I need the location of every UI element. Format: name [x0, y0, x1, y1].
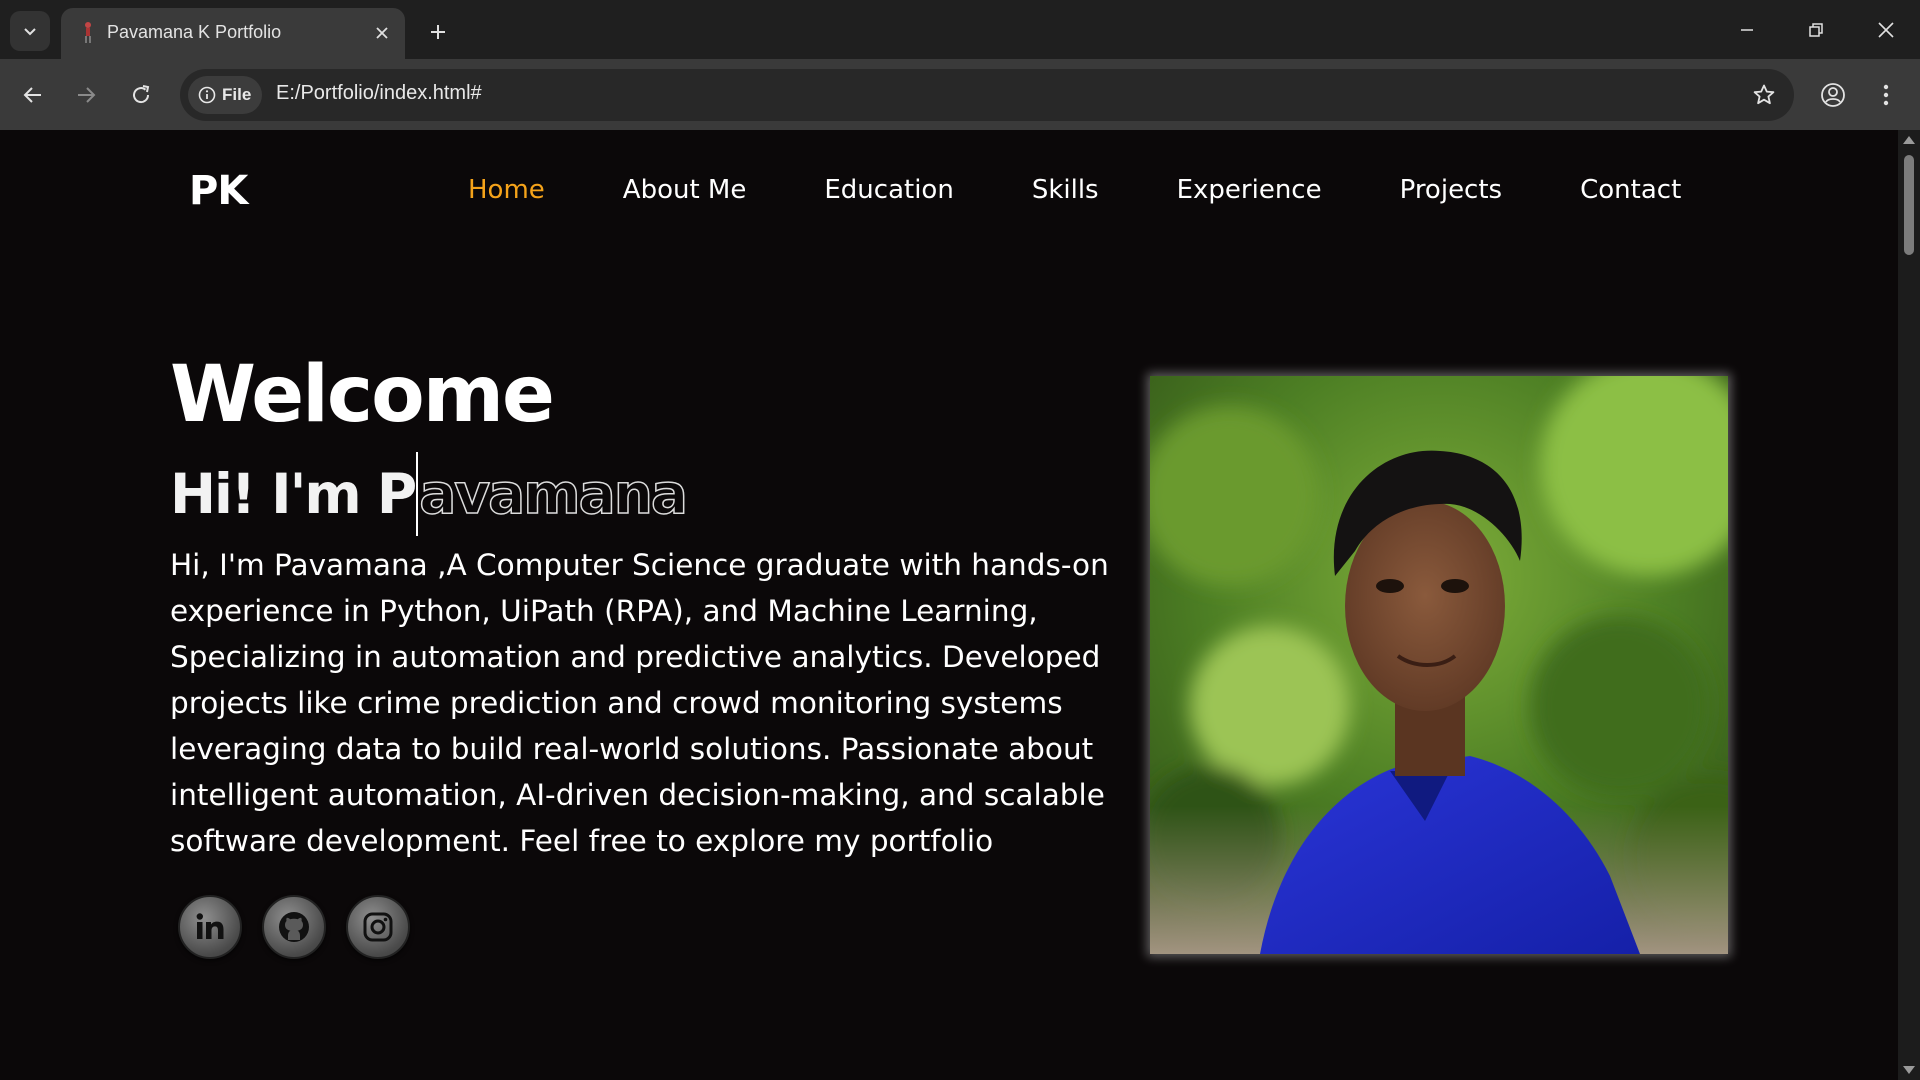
scroll-thumb[interactable]	[1904, 155, 1914, 255]
close-tab-button[interactable]	[369, 20, 395, 46]
close-icon	[376, 27, 388, 39]
scroll-up-arrow[interactable]	[1903, 136, 1915, 144]
bookmark-button[interactable]	[1750, 81, 1778, 109]
close-icon	[1878, 22, 1894, 38]
arrow-left-icon	[23, 87, 41, 103]
linkedin-link[interactable]	[178, 895, 242, 959]
chevron-down-icon	[24, 28, 36, 36]
main-nav: Home About Me Education Skills Experienc…	[468, 175, 1681, 205]
tab-strip: Pavamana K Portfolio	[0, 0, 1920, 59]
typing-greeting: Hi! I'm Pavamana	[170, 452, 689, 536]
close-window-button[interactable]	[1862, 8, 1910, 52]
forward-button[interactable]	[66, 75, 106, 115]
profile-photo	[1150, 376, 1728, 954]
more-vertical-icon	[1883, 84, 1889, 106]
reload-button[interactable]	[121, 75, 161, 115]
nav-projects[interactable]: Projects	[1400, 175, 1503, 205]
back-button[interactable]	[13, 75, 53, 115]
address-bar[interactable]: File E:/Portfolio/index.html#	[180, 69, 1794, 121]
bio-paragraph: Hi, I'm Pavamana ,A Computer Science gra…	[170, 548, 1109, 858]
plus-icon	[431, 25, 445, 39]
profile-button[interactable]	[1813, 75, 1853, 115]
arrow-right-icon	[78, 87, 96, 103]
menu-button[interactable]	[1866, 75, 1906, 115]
nav-home[interactable]: Home	[468, 175, 545, 205]
site-logo[interactable]: PK	[189, 168, 248, 214]
nav-experience[interactable]: Experience	[1177, 175, 1322, 205]
page-scrollbar[interactable]	[1898, 130, 1920, 1080]
new-tab-button[interactable]	[420, 14, 456, 50]
star-icon	[1753, 84, 1775, 105]
nav-skills[interactable]: Skills	[1032, 175, 1099, 205]
account-icon	[1821, 83, 1845, 107]
active-tab[interactable]: Pavamana K Portfolio	[61, 8, 405, 59]
restore-icon	[1809, 23, 1823, 37]
profile-photo-image	[1150, 376, 1728, 954]
tab-search-button[interactable]	[10, 11, 50, 51]
github-link[interactable]	[262, 895, 326, 959]
page-viewport: PK Home About Me Education Skills Experi…	[0, 130, 1898, 1080]
nav-contact[interactable]: Contact	[1580, 175, 1681, 205]
greeting-typed-text: Hi! I'm P	[170, 462, 417, 526]
info-icon	[198, 86, 216, 104]
instagram-icon	[363, 912, 393, 942]
greeting-pending-text: avamana	[418, 461, 688, 527]
nav-about-me[interactable]: About Me	[623, 175, 747, 205]
minimize-button[interactable]	[1723, 8, 1771, 52]
url-text[interactable]: E:/Portfolio/index.html#	[276, 82, 482, 105]
typing-caret	[416, 452, 419, 536]
browser-toolbar: File E:/Portfolio/index.html#	[0, 59, 1920, 130]
minimize-icon	[1741, 29, 1753, 31]
site-info-chip[interactable]: File	[188, 76, 262, 114]
welcome-heading: Welcome	[170, 350, 555, 440]
favicon-icon	[85, 22, 91, 43]
reload-icon	[133, 85, 150, 104]
instagram-link[interactable]	[346, 895, 410, 959]
tab-title: Pavamana K Portfolio	[107, 22, 282, 42]
social-links	[178, 895, 410, 959]
github-icon	[279, 912, 309, 942]
nav-education[interactable]: Education	[824, 175, 953, 205]
restore-button[interactable]	[1792, 8, 1840, 52]
scroll-down-arrow[interactable]	[1903, 1066, 1915, 1074]
linkedin-icon	[196, 913, 224, 939]
site-chip-label: File	[222, 85, 252, 104]
